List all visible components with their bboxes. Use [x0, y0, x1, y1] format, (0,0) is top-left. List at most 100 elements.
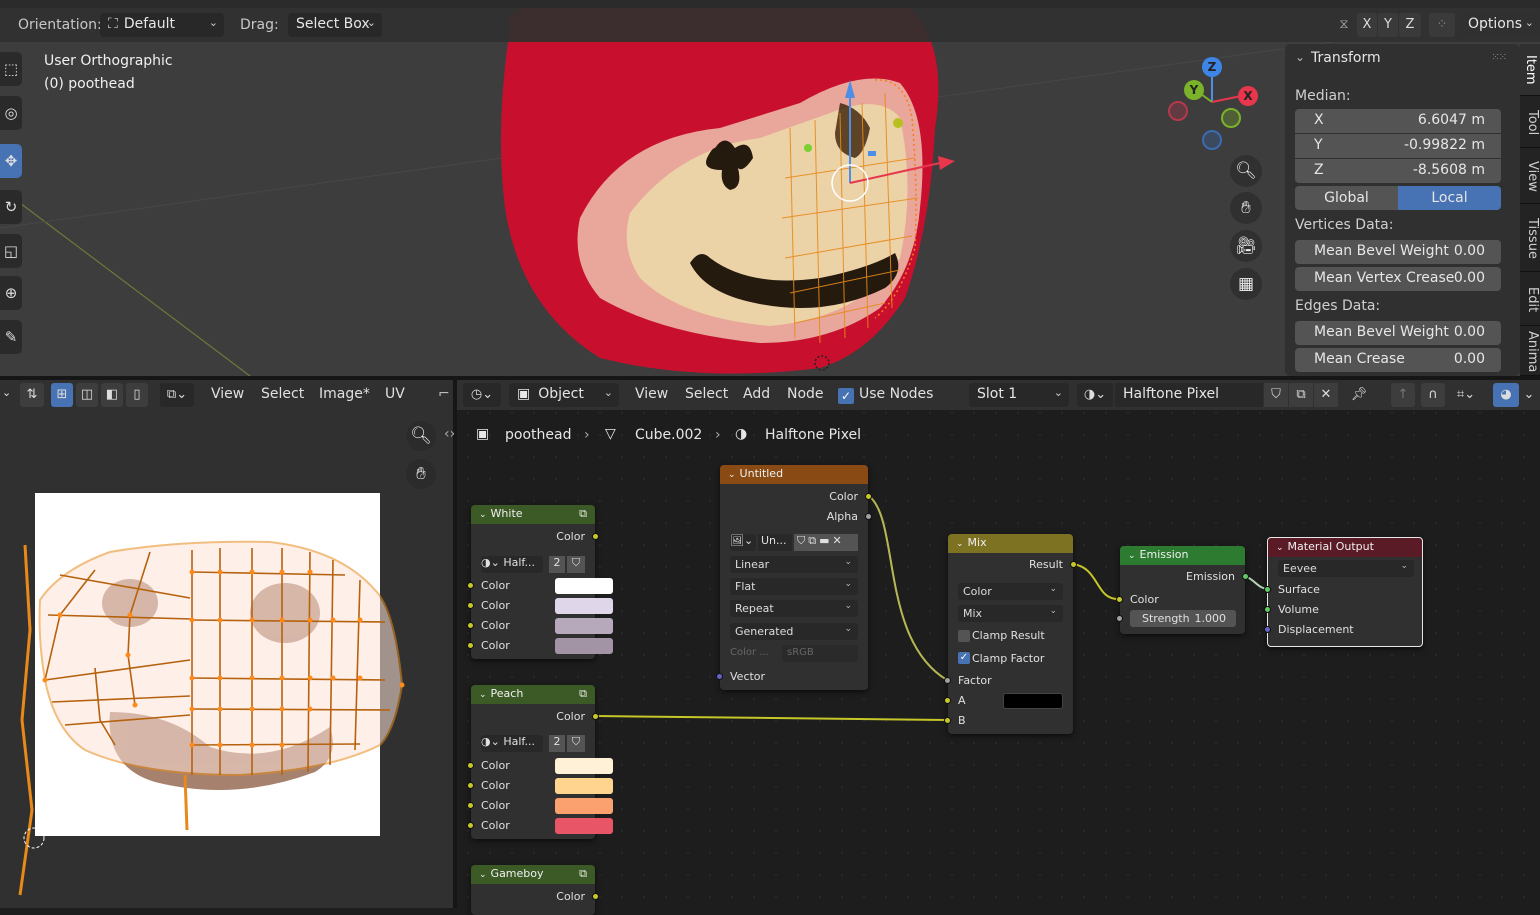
projection-dropdown[interactable]: Flat ⌄ [730, 578, 858, 595]
edge-select-icon[interactable]: ◫ [76, 383, 98, 407]
strength-field[interactable]: Strength 1.000 [1130, 610, 1236, 627]
extension-dropdown[interactable]: Repeat ⌄ [730, 600, 858, 617]
mirror-icon[interactable]: ⧖ [1332, 13, 1356, 37]
mirror-y-toggle[interactable]: Y [1378, 13, 1398, 37]
collapse-arrows-icon[interactable]: ‹› [444, 426, 455, 442]
source-dropdown[interactable]: Generated ⌄ [730, 623, 858, 640]
output-socket[interactable] [592, 533, 599, 540]
pin-icon[interactable]: ⌐ [438, 386, 450, 402]
input-socket[interactable] [467, 622, 474, 629]
node-material-output[interactable]: ⌄ Material Output Eevee ⌄ Surface Volume D… [1264, 537, 1423, 647]
input-socket-b[interactable] [944, 717, 951, 724]
output-socket[interactable] [592, 893, 599, 900]
annotate-icon[interactable]: ✎ [0, 320, 22, 354]
interpolation-dropdown[interactable]: Linear ⌄ [730, 556, 858, 573]
chevron-down-icon[interactable]: ⌄ [2, 386, 11, 399]
gizmo-z-axis[interactable]: Z [1202, 57, 1222, 77]
menu-image[interactable]: Image* [319, 386, 370, 402]
chevron-down-icon[interactable]: ⌄ [479, 690, 487, 700]
chevron-down-icon[interactable]: ⌄ [728, 470, 736, 480]
node-emission[interactable]: ⌄ Emission Emission Color Strength 1.000 [1116, 546, 1249, 634]
chevron-down-icon[interactable]: ⌄ [479, 870, 487, 880]
mirror-x-toggle[interactable]: X [1357, 13, 1377, 37]
tab-tissue[interactable]: Tissue [1520, 206, 1540, 272]
group-browse-dropdown[interactable]: ◑⌄ Half... [481, 735, 543, 752]
input-socket-vector[interactable] [716, 673, 723, 680]
chevron-down-icon[interactable]: ⌄ [1276, 543, 1284, 553]
cursor-icon[interactable]: ◎ [0, 96, 22, 130]
group-browse-dropdown[interactable]: ◑⌄ Half... [481, 556, 543, 573]
local-toggle[interactable]: Local [1398, 186, 1501, 210]
color-swatch[interactable] [555, 638, 613, 654]
vertex-bevel-weight-field[interactable]: Mean Bevel Weight 0.00 [1295, 240, 1501, 264]
input-socket[interactable] [467, 582, 474, 589]
tab-view[interactable]: View [1520, 150, 1540, 204]
breadcrumb-object[interactable]: poothead [505, 427, 571, 443]
input-socket[interactable] [467, 602, 474, 609]
fake-user-shield-icon[interactable]: ⛉ [567, 735, 585, 752]
mirror-z-toggle[interactable]: Z [1399, 13, 1421, 37]
gizmo-neg-x-axis[interactable] [1168, 101, 1188, 121]
users-count[interactable]: 2 [549, 735, 565, 752]
fake-user-shield-icon[interactable]: ⛉ [567, 556, 585, 573]
options-dropdown[interactable]: Options ⌄ [1460, 13, 1540, 37]
uv-zoom-icon[interactable]: 🔍︎ [406, 421, 436, 451]
overlays-icon[interactable]: ◕ [1493, 383, 1519, 407]
menu-uv[interactable]: UV [385, 386, 405, 402]
gizmo-x-axis[interactable]: X [1238, 86, 1258, 106]
orientation-dropdown[interactable]: ⛶ Default ⌄ [100, 13, 224, 37]
slot-dropdown[interactable]: Slot 1 ⌄ [969, 383, 1069, 407]
output-socket[interactable] [592, 713, 599, 720]
median-z-field[interactable]: Z -8.5608 m [1295, 159, 1501, 183]
drag-grip-icon[interactable]: ⁙⁙ [1491, 52, 1507, 63]
input-socket[interactable] [467, 822, 474, 829]
menu-add[interactable]: Add [743, 386, 770, 402]
image-actions[interactable]: ⛉⧉▬✕ [794, 534, 858, 551]
menu-select[interactable]: Select [685, 386, 728, 402]
snap-icon[interactable]: ∩ [1421, 383, 1445, 407]
gizmo-y-axis[interactable]: Y [1184, 80, 1204, 100]
gizmo-neg-z-axis[interactable] [1202, 130, 1222, 150]
poothead-mesh[interactable] [501, 8, 955, 374]
uv-mesh[interactable] [0, 480, 420, 908]
clamp-result-checkbox[interactable] [958, 630, 970, 642]
input-socket[interactable] [467, 802, 474, 809]
median-x-field[interactable]: X 6.6047 m [1295, 109, 1501, 133]
blend-mode-dropdown[interactable]: Mix ⌄ [958, 605, 1063, 622]
uv-hand-pan-icon[interactable]: ✋︎ [406, 459, 436, 489]
node-peach[interactable]: ⌄ Peach ⧉ Color ◑⌄ Half... 2 ⛉ Color Color… [467, 685, 613, 839]
output-socket-alpha[interactable] [865, 513, 872, 520]
chevron-down-icon[interactable]: ⌄ [956, 539, 964, 549]
edge-bevel-weight-field[interactable]: Mean Bevel Weight 0.00 [1295, 321, 1501, 345]
node-group-icon[interactable]: ⧉ [579, 867, 587, 881]
menu-node[interactable]: Node [787, 386, 824, 402]
color-swatch[interactable] [555, 818, 613, 834]
input-socket-volume[interactable] [1264, 606, 1271, 613]
breadcrumb-mesh[interactable]: Cube.002 [635, 427, 702, 443]
scale-icon[interactable]: ◱ [0, 234, 22, 268]
move-icon[interactable]: ✥ [0, 144, 22, 178]
edge-crease-field[interactable]: Mean Crease 0.00 [1295, 348, 1501, 372]
vertex-crease-field[interactable]: Mean Vertex Crease 0.00 [1295, 267, 1501, 291]
hand-pan-icon[interactable]: ✋︎ [1230, 192, 1262, 224]
select-box-icon[interactable]: ⬚ [0, 52, 22, 86]
target-dropdown[interactable]: Eevee ⌄ [1278, 560, 1414, 577]
output-socket-result[interactable] [1070, 561, 1077, 568]
color-a-swatch[interactable] [1003, 693, 1063, 709]
output-socket-color[interactable] [865, 493, 872, 500]
input-socket[interactable] [467, 782, 474, 789]
rotate-icon[interactable]: ↻ [0, 190, 22, 224]
chevron-down-icon[interactable]: ⌄ [1521, 383, 1537, 407]
chevron-down-icon[interactable]: ⌄ [1128, 551, 1136, 561]
material-browse-icon[interactable]: ◑⌄ [1077, 383, 1113, 407]
material-name-field[interactable]: Halftone Pixel [1115, 383, 1263, 407]
object-mode-dropdown[interactable]: ▣ Object ⌄ [509, 383, 619, 407]
color-swatch[interactable] [555, 618, 613, 634]
sticky-select-dropdown[interactable]: ⧉⌄ [160, 383, 194, 407]
use-nodes-checkbox[interactable]: ✓ [838, 388, 854, 404]
panel-title[interactable]: Transform [1311, 50, 1381, 66]
menu-view[interactable]: View [211, 386, 244, 402]
grid-icon[interactable]: ▦ [1230, 268, 1262, 300]
median-y-field[interactable]: Y -0.99822 m [1295, 134, 1501, 158]
editor-type-dropdown[interactable]: ◷⌄ [463, 383, 501, 407]
